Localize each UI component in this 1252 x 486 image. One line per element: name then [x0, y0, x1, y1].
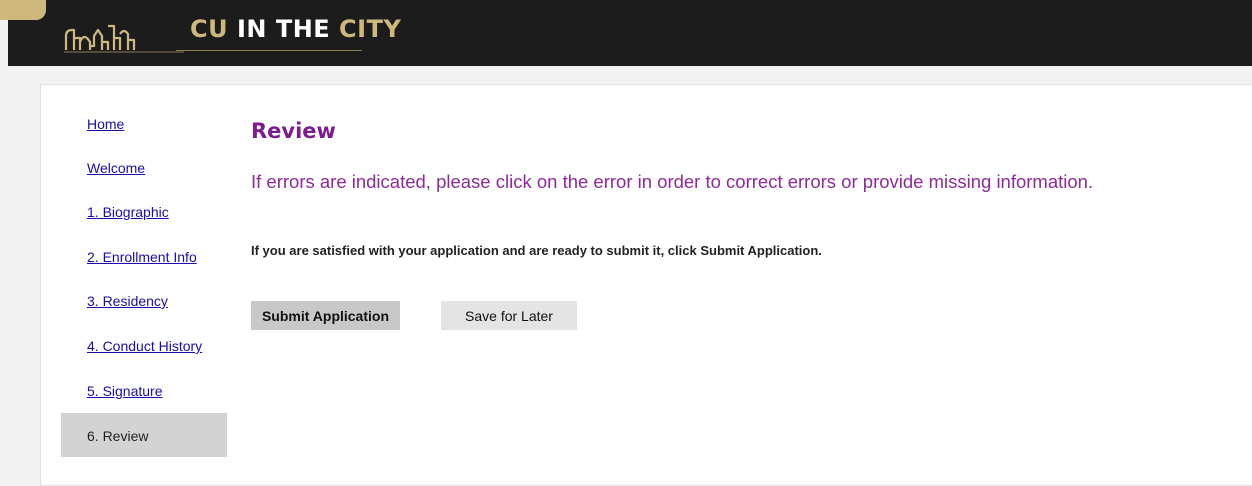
brand-in-the: IN THE: [228, 15, 340, 43]
submit-application-button[interactable]: Submit Application: [251, 301, 400, 330]
main-card: Home Welcome 1. Biographic 2. Enrollment…: [40, 84, 1252, 486]
submit-instructions: If you are satisfied with your applicati…: [251, 243, 822, 258]
page-title: Review: [251, 119, 336, 143]
sidebar-item-enrollment-info[interactable]: 2. Enrollment Info: [87, 249, 197, 265]
brand-cu: CU: [190, 15, 229, 43]
site-header: CU IN THE CITY: [0, 0, 1252, 66]
sidebar-item-home[interactable]: Home: [87, 116, 124, 132]
sidebar-item-welcome[interactable]: Welcome: [87, 160, 145, 176]
sidebar-item-signature[interactable]: 5. Signature: [87, 383, 163, 399]
save-for-later-button[interactable]: Save for Later: [441, 301, 577, 330]
skyline-icon: [64, 24, 184, 53]
brand-city: CITY: [339, 15, 402, 43]
sidebar-item-review[interactable]: 6. Review: [61, 413, 227, 457]
cu-logo-icon: [0, 0, 46, 20]
site-title[interactable]: CU IN THE CITY: [190, 15, 401, 43]
error-message: If errors are indicated, please click on…: [251, 171, 1094, 192]
sidebar-item-conduct-history[interactable]: 4. Conduct History: [87, 338, 202, 354]
sidebar-item-label: 6. Review: [87, 428, 149, 444]
brand-underline: [176, 50, 362, 51]
sidebar-item-residency[interactable]: 3. Residency: [87, 293, 168, 309]
sidebar-item-biographic[interactable]: 1. Biographic: [87, 204, 169, 220]
